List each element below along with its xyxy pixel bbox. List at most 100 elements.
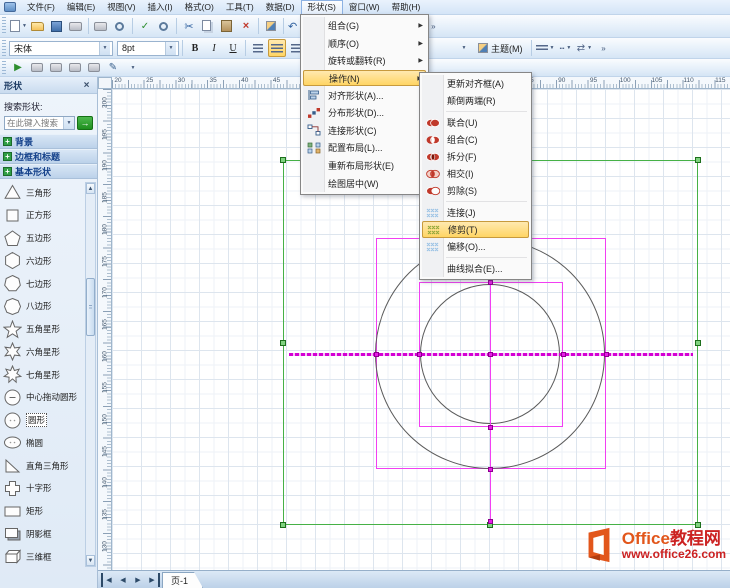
toolbar-grip[interactable] (2, 61, 6, 75)
font-size-combo[interactable]: 8pt ▼ (117, 41, 179, 56)
menu-item-连接形状C[interactable]: 连接形状(C) (303, 122, 426, 140)
menu-item-配置布局L[interactable]: 配置布局(L)... (303, 139, 426, 157)
pointer-tool-button[interactable]: ▶ (9, 59, 27, 77)
selection-handle[interactable] (695, 340, 701, 346)
align-center-button[interactable] (268, 39, 286, 57)
close-icon[interactable]: × (80, 79, 93, 92)
sidebar-section-2[interactable]: +基本形状 (0, 164, 97, 179)
delete-button[interactable]: × (237, 17, 255, 35)
menu-item-连接J[interactable]: 连接(J) (422, 204, 529, 221)
scrollbar-thumb[interactable] (86, 278, 95, 336)
menu-item-拆分F[interactable]: 拆分(F) (422, 148, 529, 165)
toolbar-grip[interactable] (2, 17, 6, 35)
menubar-item-8[interactable]: 窗口(W) (343, 0, 386, 15)
toolbar-grip[interactable] (2, 40, 6, 56)
chevron-down-icon[interactable]: ▼ (22, 23, 27, 29)
italic-button[interactable]: I (205, 39, 223, 57)
menubar-item-2[interactable]: 视图(V) (101, 0, 141, 15)
shape-vertex-handle[interactable] (488, 425, 493, 430)
cut-button[interactable]: ✂ (180, 17, 198, 35)
lock-tool-button[interactable] (66, 59, 84, 77)
menu-item-组合G[interactable]: 组合(G)▶ (303, 17, 426, 35)
shape-item-8[interactable]: 七角星形 (3, 364, 85, 385)
scroll-down-icon[interactable]: ▼ (86, 555, 95, 566)
layers-tool-button[interactable] (85, 59, 103, 77)
menu-item-绘图居中W[interactable]: 绘图居中(W) (303, 174, 426, 192)
menubar-item-7[interactable]: 形状(S) (301, 0, 343, 15)
shape-item-2[interactable]: 五边形 (3, 228, 85, 249)
shape-item-9[interactable]: 中心拖动圆形 (3, 387, 85, 408)
chevron-down-icon[interactable]: ▼ (63, 117, 74, 129)
shape-item-16[interactable]: 三维框 (3, 546, 85, 567)
menu-item-顺序O[interactable]: 顺序(O)▶ (303, 35, 426, 53)
shape-list-scrollbar[interactable]: ▲ ▼ (85, 182, 96, 567)
chevron-down-icon[interactable]: ▼ (165, 42, 176, 55)
shape-vertex-handle[interactable] (488, 519, 493, 524)
shape-item-7[interactable]: 六角星形 (3, 341, 85, 362)
next-page-button[interactable]: ▶ (131, 573, 145, 587)
bold-button[interactable]: B (186, 39, 204, 57)
selection-handle[interactable] (695, 157, 701, 163)
shape-item-11[interactable]: 椭圆 (3, 432, 85, 453)
line-ends-button[interactable]: ⇄▼ (575, 39, 593, 57)
menubar-item-9[interactable]: 帮助(H) (386, 0, 427, 15)
shape-item-4[interactable]: 七边形 (3, 273, 85, 294)
sidebar-section-1[interactable]: +边框和标题 (0, 149, 97, 164)
menubar-item-0[interactable]: 文件(F) (21, 0, 61, 15)
shapes-tool-button[interactable] (47, 59, 65, 77)
menu-item-偏移O[interactable]: 偏移(O)... (422, 238, 529, 255)
menu-item-修剪T[interactable]: 修剪(T) (422, 221, 529, 238)
shape-item-10[interactable]: 圆形 (3, 410, 85, 431)
menu-item-对齐形状A[interactable]: 对齐形状(A)... (303, 86, 426, 104)
menu-item-旋转或翻转R[interactable]: 旋转或翻转(R)▶ (303, 52, 426, 70)
shape-vertex-handle[interactable] (561, 352, 566, 357)
shape-item-12[interactable]: 直角三角形 (3, 455, 85, 476)
search-go-button[interactable]: → (77, 116, 93, 130)
open-button[interactable] (29, 17, 47, 35)
font-name-combo[interactable]: 宋体 ▼ (9, 41, 113, 56)
menubar-item-4[interactable]: 格式(O) (179, 0, 220, 15)
shape-item-1[interactable]: 正方形 (3, 205, 85, 226)
shape-item-3[interactable]: 六边形 (3, 250, 85, 271)
print-preview-button[interactable] (111, 17, 129, 35)
selection-handle[interactable] (280, 157, 286, 163)
find-button[interactable] (155, 17, 173, 35)
toolbar-overflow-button[interactable]: ▼ (123, 59, 141, 77)
toolbar-overflow-button[interactable]: » (594, 39, 612, 57)
print-button[interactable] (92, 17, 110, 35)
format-painter-button[interactable] (262, 17, 280, 35)
shape-item-14[interactable]: 矩形 (3, 501, 85, 522)
search-input[interactable]: 在此键入搜索 ▼ (4, 116, 75, 130)
save-button[interactable] (48, 17, 66, 35)
shape-item-0[interactable]: 三角形 (3, 182, 85, 203)
new-document-button[interactable]: ▼ (9, 17, 28, 35)
shape-vertex-handle[interactable] (488, 352, 493, 357)
paste-button[interactable] (218, 17, 236, 35)
shape-item-13[interactable]: 十字形 (3, 478, 85, 499)
line-pattern-button[interactable]: ┅▼ (556, 39, 574, 57)
menu-item-分布形状D[interactable]: 分布形状(D)... (303, 104, 426, 122)
shape-vertex-handle[interactable] (488, 467, 493, 472)
selection-handle[interactable] (280, 340, 286, 346)
first-page-button[interactable]: ◀ (101, 573, 115, 587)
last-page-button[interactable]: ▶ (146, 573, 160, 587)
menu-item-联合U[interactable]: 联合(U) (422, 114, 529, 131)
pencil-tool-button[interactable]: ✎ (104, 59, 122, 77)
menubar-item-5[interactable]: 工具(T) (220, 0, 260, 15)
menu-item-剪除S[interactable]: 剪除(S) (422, 182, 529, 199)
tab-page-1[interactable]: 页-1 (162, 572, 203, 588)
sidebar-section-0[interactable]: +背景 (0, 134, 97, 149)
menu-item-更新对齐框A[interactable]: 更新对齐框(A) (422, 75, 529, 92)
underline-button[interactable]: U (224, 39, 242, 57)
chevron-down-icon[interactable]: ▼ (99, 42, 110, 55)
menu-item-颠倒两端R[interactable]: 颠倒两端(R) (422, 92, 529, 109)
menu-item-操作N[interactable]: 操作(N)▶ (303, 70, 426, 87)
shape-item-5[interactable]: 八边形 (3, 296, 85, 317)
line-weight-button[interactable]: ▼ (535, 39, 556, 57)
menu-item-重新布局形状E[interactable]: 重新布局形状(E) (303, 157, 426, 175)
connector-tool-button[interactable] (28, 59, 46, 77)
menubar-item-3[interactable]: 插入(I) (142, 0, 179, 15)
shape-vertex-handle[interactable] (417, 352, 422, 357)
selection-handle[interactable] (280, 522, 286, 528)
shape-vertex-handle[interactable] (604, 352, 609, 357)
